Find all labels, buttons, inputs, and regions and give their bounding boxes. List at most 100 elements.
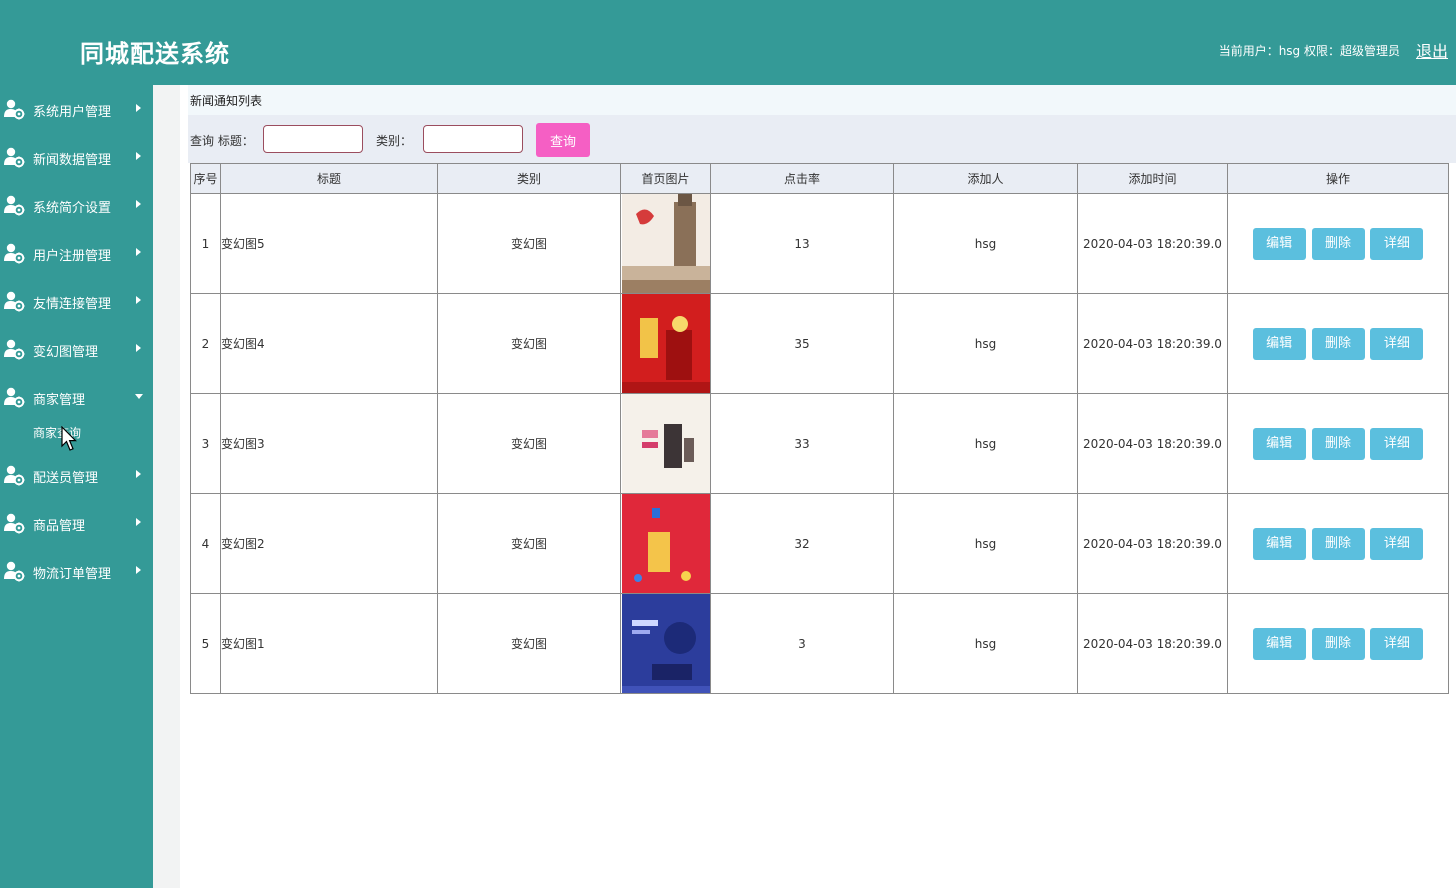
sidebar-item-10[interactable]: 物流订单管理 xyxy=(0,557,153,585)
user-gear-icon xyxy=(3,290,25,312)
edit-button[interactable]: 编辑 xyxy=(1252,227,1306,260)
sidebar-item-label: 新闻数据管理 xyxy=(33,153,112,168)
delete-button[interactable]: 删除 xyxy=(1311,427,1365,460)
detail-button[interactable]: 详细 xyxy=(1370,227,1424,260)
row-image-cell xyxy=(620,593,711,694)
detail-button[interactable]: 详细 xyxy=(1370,527,1424,560)
sidebar-item-label: 变幻图管理 xyxy=(33,345,99,360)
user-gear-icon xyxy=(3,242,25,264)
row-actions: 编辑 删除 详细 xyxy=(1227,593,1449,694)
sidebar-item-label: 系统用户管理 xyxy=(33,105,112,120)
row-adder: hsg xyxy=(893,193,1078,294)
col-header-title: 标题 xyxy=(220,163,438,194)
delete-button[interactable]: 删除 xyxy=(1311,227,1365,260)
sidebar-item-9[interactable]: 商品管理 xyxy=(0,509,153,537)
page-title: 新闻通知列表 xyxy=(190,94,263,108)
sidebar-item-3[interactable]: 系统简介设置 xyxy=(0,191,153,219)
row-number: 3 xyxy=(190,393,221,494)
row-adder: hsg xyxy=(893,393,1078,494)
edit-button[interactable]: 编辑 xyxy=(1252,527,1306,560)
banner-image xyxy=(621,194,710,293)
news-table: 序号 标题 类别 首页图片 点击率 添加人 添加时间 操作 1 变幻图5 变幻图… xyxy=(190,163,1449,694)
col-header-category: 类别 xyxy=(437,163,621,194)
row-clicks: 3 xyxy=(710,593,894,694)
col-header-actions: 操作 xyxy=(1227,163,1449,194)
query-bar: 查询 标题： 类别： 查询 xyxy=(188,115,1456,163)
query-title-label: 查询 标题： xyxy=(190,134,254,148)
row-title: 变幻图4 xyxy=(220,293,438,394)
sidebar-item-label: 系统简介设置 xyxy=(33,201,112,216)
row-category: 变幻图 xyxy=(437,293,621,394)
row-time: 2020-04-03 18:20:39.0 xyxy=(1077,193,1228,294)
row-actions: 编辑 删除 详细 xyxy=(1227,493,1449,594)
user-gear-icon xyxy=(3,194,25,216)
table-row: 1 变幻图5 变幻图 13 hsg 2020-04-03 18:20:39.0 … xyxy=(190,193,1449,294)
col-header-time: 添加时间 xyxy=(1077,163,1228,194)
row-clicks: 33 xyxy=(710,393,894,494)
delete-button[interactable]: 删除 xyxy=(1311,627,1365,660)
row-clicks: 13 xyxy=(710,193,894,294)
sidebar-item-5[interactable]: 友情连接管理 xyxy=(0,287,153,315)
row-adder: hsg xyxy=(893,493,1078,594)
sidebar-item-label: 商品管理 xyxy=(33,519,86,534)
banner-image xyxy=(621,394,710,493)
row-title: 变幻图3 xyxy=(220,393,438,494)
row-category: 变幻图 xyxy=(437,493,621,594)
chevron-right-icon xyxy=(136,152,141,160)
detail-button[interactable]: 详细 xyxy=(1370,427,1424,460)
sidebar-item-1[interactable]: 系统用户管理 xyxy=(0,95,153,123)
sidebar-item-label: 商家管理 xyxy=(33,393,86,408)
detail-button[interactable]: 详细 xyxy=(1370,327,1424,360)
row-category: 变幻图 xyxy=(437,193,621,294)
row-time: 2020-04-03 18:20:39.0 xyxy=(1077,593,1228,694)
title-search-input[interactable] xyxy=(263,125,363,153)
chevron-right-icon xyxy=(136,248,141,256)
row-time: 2020-04-03 18:20:39.0 xyxy=(1077,393,1228,494)
row-image-cell xyxy=(620,193,711,294)
edit-button[interactable]: 编辑 xyxy=(1252,627,1306,660)
mouse-cursor-icon xyxy=(61,426,77,451)
table-row: 3 变幻图3 变幻图 33 hsg 2020-04-03 18:20:39.0 … xyxy=(190,393,1449,494)
table-row: 2 变幻图4 变幻图 35 hsg 2020-04-03 18:20:39.0 … xyxy=(190,293,1449,394)
row-time: 2020-04-03 18:20:39.0 xyxy=(1077,293,1228,394)
detail-button[interactable]: 详细 xyxy=(1370,627,1424,660)
chevron-right-icon xyxy=(136,344,141,352)
sidebar-gutter xyxy=(153,85,180,888)
row-number: 5 xyxy=(190,593,221,694)
row-actions: 编辑 删除 详细 xyxy=(1227,393,1449,494)
main-content: 新闻通知列表 查询 标题： 类别： 查询 序号 标题 类别 首页图片 点击率 添… xyxy=(180,85,1456,888)
breadcrumb-bar: 新闻通知列表 xyxy=(188,85,1456,115)
col-header-image: 首页图片 xyxy=(620,163,711,194)
current-user-info: 当前用户：hsg 权限：超级管理员 xyxy=(1218,44,1400,58)
sidebar-item-8[interactable]: 配送员管理 xyxy=(0,461,153,489)
chevron-right-icon xyxy=(136,104,141,112)
row-actions: 编辑 删除 详细 xyxy=(1227,293,1449,394)
sidebar: 系统用户管理 新闻数据管理 系统简介设置 用户注册管理 友情连接管理 变幻图管理… xyxy=(0,85,153,888)
delete-button[interactable]: 删除 xyxy=(1311,527,1365,560)
row-clicks: 32 xyxy=(710,493,894,594)
user-gear-icon xyxy=(3,560,25,582)
row-actions: 编辑 删除 详细 xyxy=(1227,193,1449,294)
chevron-down-icon xyxy=(135,394,143,399)
user-gear-icon xyxy=(3,98,25,120)
banner-image xyxy=(621,594,710,693)
sidebar-item-label: 用户注册管理 xyxy=(33,249,112,264)
user-gear-icon xyxy=(3,146,25,168)
edit-button[interactable]: 编辑 xyxy=(1252,427,1306,460)
row-number: 1 xyxy=(190,193,221,294)
app-title: 同城配送系统 xyxy=(80,39,230,68)
query-button[interactable]: 查询 xyxy=(536,123,590,157)
chevron-right-icon xyxy=(136,518,141,526)
category-search-input[interactable] xyxy=(423,125,523,153)
sidebar-item-7[interactable]: 商家管理 xyxy=(0,383,153,411)
sidebar-item-4[interactable]: 用户注册管理 xyxy=(0,239,153,267)
user-gear-icon xyxy=(3,512,25,534)
logout-link[interactable]: 退出 xyxy=(1416,38,1448,62)
sidebar-item-label: 配送员管理 xyxy=(33,471,99,486)
sidebar-item-2[interactable]: 新闻数据管理 xyxy=(0,143,153,171)
edit-button[interactable]: 编辑 xyxy=(1252,327,1306,360)
sidebar-item-6[interactable]: 变幻图管理 xyxy=(0,335,153,363)
delete-button[interactable]: 删除 xyxy=(1311,327,1365,360)
col-header-no: 序号 xyxy=(190,163,221,194)
table-row: 4 变幻图2 变幻图 32 hsg 2020-04-03 18:20:39.0 … xyxy=(190,493,1449,594)
